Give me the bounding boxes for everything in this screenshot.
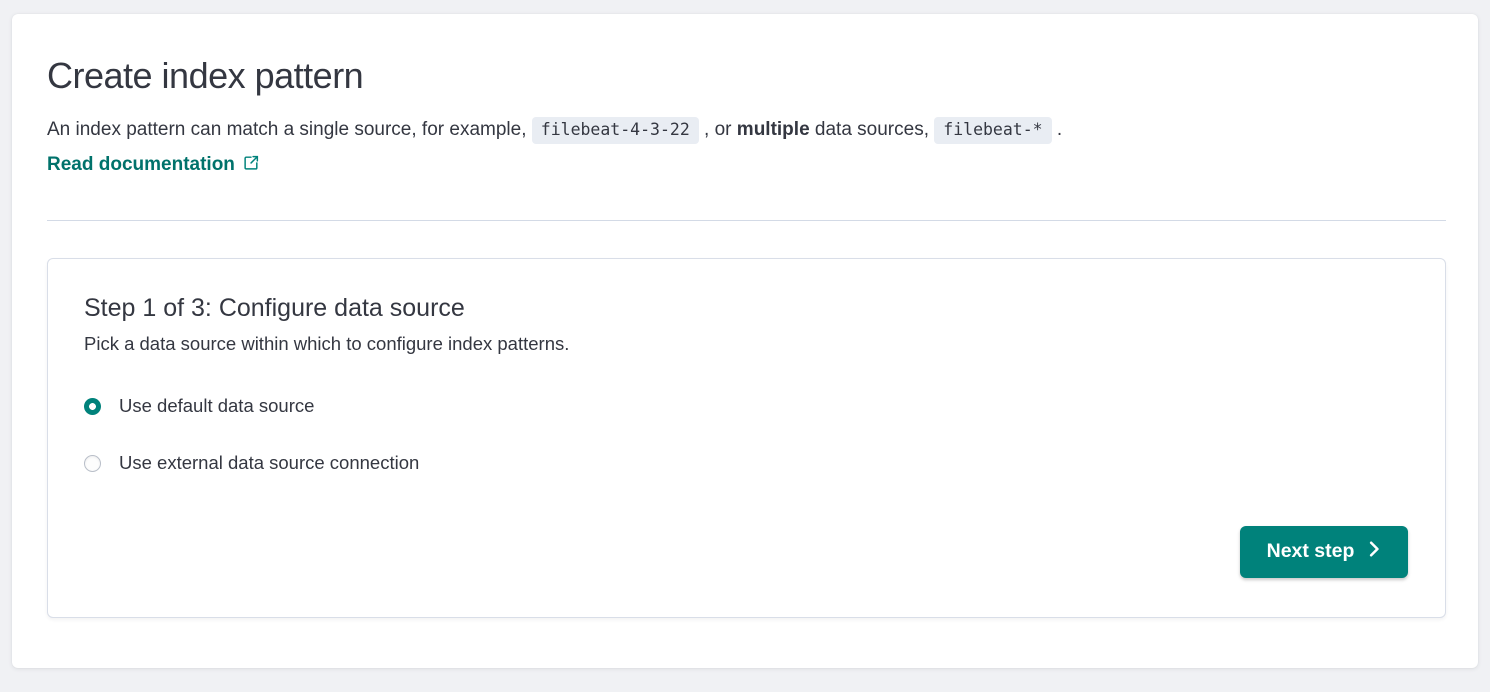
intro-text-2: , or: [699, 119, 737, 140]
chevron-right-icon: [1367, 540, 1381, 563]
intro-text-3: data sources,: [810, 119, 935, 140]
radio-label-default: Use default data source: [119, 395, 314, 417]
intro-bold-multiple: multiple: [737, 119, 810, 140]
external-link-icon: [243, 154, 260, 177]
code-example-wildcard: filebeat-*: [934, 117, 1051, 144]
data-source-radio-group: Use default data source Use external dat…: [84, 395, 1409, 474]
page-title: Create index pattern: [47, 54, 1446, 97]
radio-label-external: Use external data source connection: [119, 452, 419, 474]
intro-text-4: .: [1052, 119, 1063, 140]
read-documentation-link[interactable]: Read documentation: [47, 154, 260, 177]
read-documentation-label: Read documentation: [47, 154, 235, 176]
step-panel: Step 1 of 3: Configure data source Pick …: [47, 258, 1446, 618]
intro-paragraph: An index pattern can match a single sour…: [47, 115, 1446, 144]
intro-text-1: An index pattern can match a single sour…: [47, 119, 532, 140]
next-step-label: Next step: [1267, 540, 1355, 563]
radio-use-external-data-source[interactable]: Use external data source connection: [84, 452, 1409, 474]
section-divider: [47, 220, 1446, 221]
next-step-button[interactable]: Next step: [1240, 526, 1408, 578]
step-subheading: Pick a data source within which to confi…: [84, 331, 1409, 357]
step-heading: Step 1 of 3: Configure data source: [84, 292, 1409, 325]
radio-selected-icon[interactable]: [84, 398, 101, 415]
code-example-single-source: filebeat-4-3-22: [532, 117, 699, 144]
create-index-pattern-panel: Create index pattern An index pattern ca…: [12, 14, 1478, 668]
radio-unselected-icon[interactable]: [84, 455, 101, 472]
radio-use-default-data-source[interactable]: Use default data source: [84, 395, 1409, 417]
